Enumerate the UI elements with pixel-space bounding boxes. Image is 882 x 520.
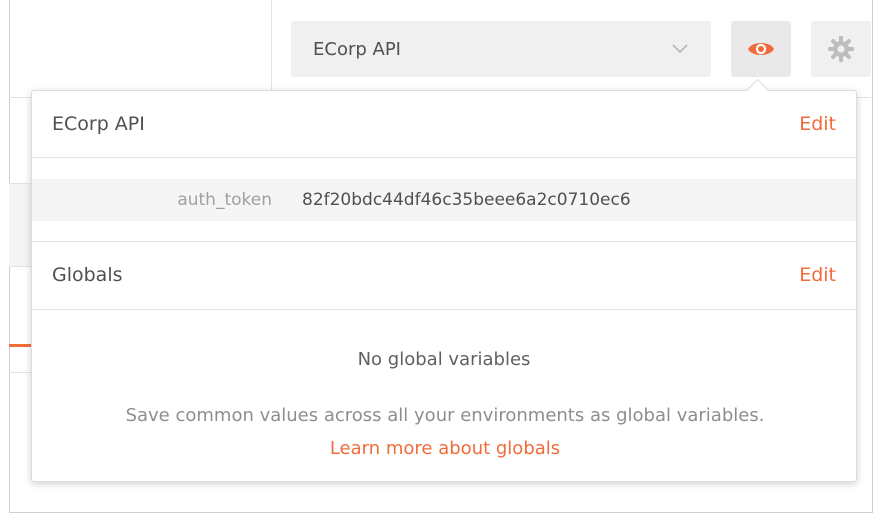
active-tab-indicator: [9, 344, 31, 347]
edit-environment-link[interactable]: Edit: [799, 113, 836, 135]
globals-title: Globals: [52, 264, 123, 286]
learn-more-globals-link[interactable]: Learn more about globals: [330, 438, 560, 459]
background-divider: [9, 372, 31, 373]
environment-quick-look-popover: ECorp API Edit auth_token 82f20bdc44df46…: [31, 90, 857, 482]
header-divider-vertical: [271, 0, 272, 97]
environment-select-value: ECorp API: [313, 38, 401, 60]
gear-icon: [828, 36, 854, 62]
globals-divider: [32, 309, 856, 310]
chevron-down-icon: [672, 44, 688, 54]
eye-icon: [748, 43, 774, 55]
empty-globals-text: Save common values across all your envir…: [125, 405, 765, 426]
environment-title: ECorp API: [52, 113, 145, 135]
environment-divider: [32, 157, 856, 158]
variable-row: auth_token 82f20bdc44df46c35beee6a2c0710…: [32, 179, 856, 221]
empty-globals-description: Save common values across all your envir…: [100, 399, 790, 465]
globals-section-header: Globals Edit: [32, 242, 856, 308]
settings-button[interactable]: [811, 21, 871, 77]
edit-globals-link[interactable]: Edit: [799, 264, 836, 286]
variable-value: 82f20bdc44df46c35beee6a2c0710ec6: [302, 190, 631, 210]
environment-quick-look-button[interactable]: [731, 21, 791, 77]
environment-select[interactable]: ECorp API: [291, 21, 711, 77]
variable-key: auth_token: [177, 190, 272, 210]
empty-globals-title: No global variables: [357, 349, 531, 370]
environment-section-header: ECorp API Edit: [32, 91, 856, 157]
